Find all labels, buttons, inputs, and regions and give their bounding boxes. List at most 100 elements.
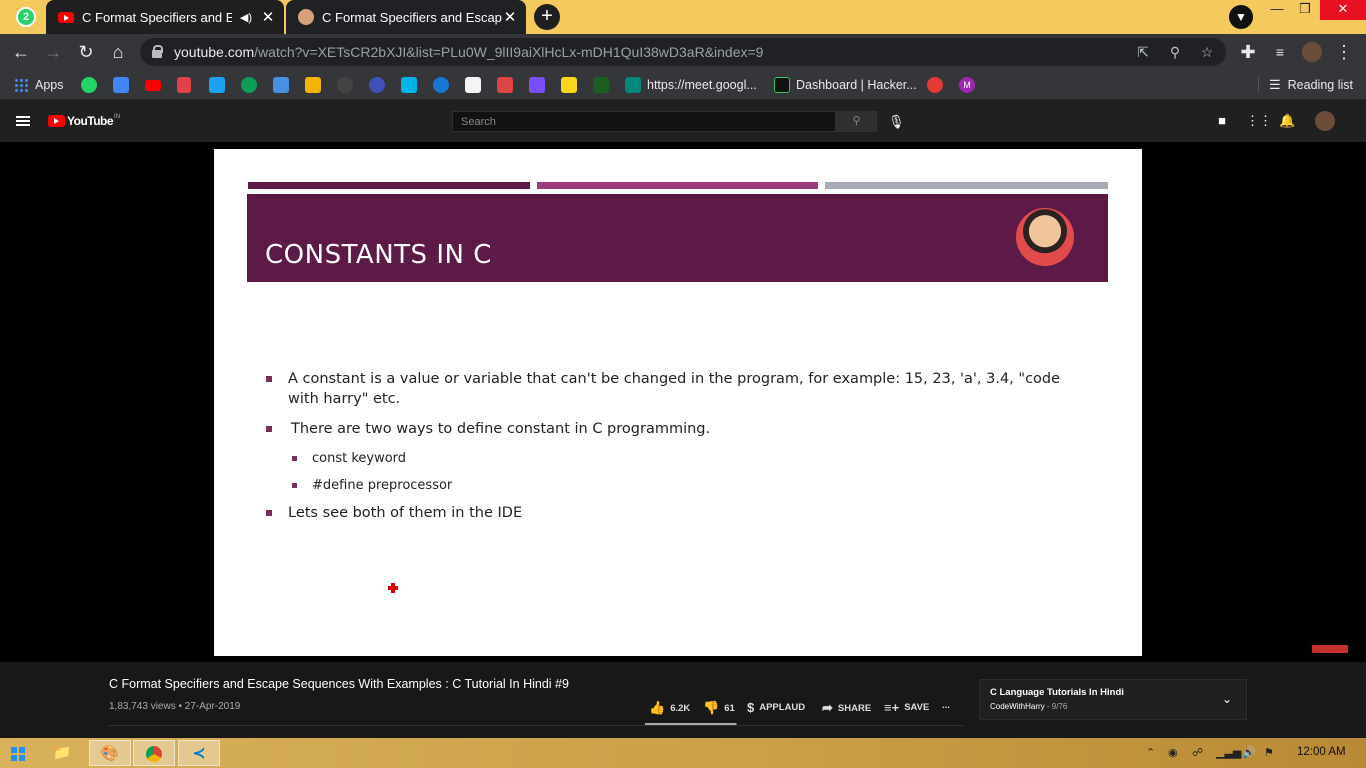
- close-icon[interactable]: ✕: [502, 8, 518, 26]
- apps-grid-icon[interactable]: ⋮⋮: [1246, 113, 1272, 129]
- sub-bullet-item: const keyword: [266, 449, 1066, 469]
- search-button[interactable]: ⚲: [836, 111, 877, 132]
- playlist-channel[interactable]: CodeWithHarry: [990, 702, 1045, 711]
- more-menu-icon[interactable]: ⋮: [1334, 42, 1354, 62]
- playlist-panel[interactable]: C Language Tutorials In Hindi CodeWithHa…: [979, 679, 1247, 720]
- search-input[interactable]: Search: [452, 111, 836, 132]
- tab-title: C Format Specifiers and Escape S: [322, 9, 502, 25]
- tray-app-icon[interactable]: ◉: [1168, 746, 1178, 759]
- minimize-button[interactable]: —: [1262, 0, 1292, 20]
- bookmark-doc[interactable]: [465, 77, 487, 93]
- bookmark-hackerrank[interactable]: Dashboard | Hacker...: [774, 77, 917, 93]
- bookmark-bird[interactable]: [273, 77, 295, 93]
- vscode-icon[interactable]: ≺: [178, 740, 220, 766]
- close-icon[interactable]: ✕: [260, 8, 276, 26]
- wifi-signal-icon[interactable]: ▁▃▅: [1216, 746, 1241, 759]
- bookmark-whatsapp[interactable]: [81, 77, 103, 93]
- chevron-down-icon[interactable]: ▼: [1229, 5, 1253, 29]
- address-bar[interactable]: youtube.com/watch?v=XETsCR2bXJI&list=PLu…: [140, 38, 1226, 66]
- bullet-item: A constant is a value or variable that c…: [266, 369, 1066, 409]
- zoom-icon[interactable]: ⚲: [1166, 43, 1184, 61]
- create-video-icon[interactable]: ■: [1214, 113, 1230, 129]
- share-button[interactable]: ➦ SHARE: [822, 700, 871, 716]
- bookmark-upwork[interactable]: [209, 77, 231, 93]
- bookmark-n[interactable]: [401, 77, 423, 93]
- new-tab-button[interactable]: +: [534, 4, 560, 30]
- whatsapp-extension-badge[interactable]: 2: [16, 7, 36, 27]
- windows-taskbar: 📁 🎨 ≺ ⌃ ◉ ☍ ▁▃▅ 🔊 ⚑ 12:00 AM: [0, 738, 1366, 768]
- bookmark-e[interactable]: [927, 77, 949, 93]
- menu-icon[interactable]: [16, 116, 30, 126]
- taskbar-clock[interactable]: 12:00 AM: [1297, 746, 1346, 758]
- youtube-logo[interactable]: YouTube IN: [48, 114, 120, 128]
- applaud-label: APPLAUD: [759, 702, 806, 713]
- bookmark-cube[interactable]: [497, 77, 519, 93]
- bookmark-bolt[interactable]: [529, 77, 551, 93]
- windows-start-icon[interactable]: [11, 747, 25, 761]
- bookmark-c[interactable]: [369, 77, 391, 93]
- share-label: SHARE: [837, 702, 872, 714]
- restore-button[interactable]: ❐: [1290, 0, 1320, 20]
- window-close-button[interactable]: ✕: [1320, 0, 1366, 20]
- slide-stripe-3: [825, 182, 1108, 189]
- file-explorer-icon[interactable]: 📁: [41, 740, 83, 766]
- save-button[interactable]: ≡+ SAVE: [884, 700, 929, 715]
- chrome-icon[interactable]: [133, 740, 175, 766]
- gear-icon: [433, 77, 449, 93]
- n-icon: [401, 77, 417, 93]
- video-player[interactable]: CONSTANTS IN C A constant is a value or …: [0, 142, 1366, 662]
- subscribe-watermark[interactable]: [1312, 645, 1348, 653]
- chevron-down-icon[interactable]: ⌄: [1222, 692, 1232, 706]
- reading-list[interactable]: ☰ Reading list: [1258, 77, 1353, 93]
- bookmark-m[interactable]: [337, 77, 359, 93]
- bell-icon[interactable]: 🔔: [1279, 113, 1295, 129]
- bookmark-cog[interactable]: [433, 77, 455, 93]
- forward-arrow-icon[interactable]: →: [43, 42, 63, 62]
- paint-app-icon[interactable]: 🎨: [89, 740, 131, 766]
- like-button[interactable]: 👍 6.2K: [649, 700, 690, 716]
- bookmark-youtube[interactable]: [145, 77, 167, 93]
- video-title: C Format Specifiers and Escape Sequences…: [109, 677, 569, 691]
- back-arrow-icon[interactable]: ←: [11, 42, 31, 62]
- open-in-app-icon[interactable]: ⇱: [1134, 43, 1152, 61]
- circle-icon: [241, 77, 257, 93]
- bookmark-udemy[interactable]: [177, 77, 197, 93]
- applaud-button[interactable]: $ APPLAUD: [747, 700, 805, 715]
- speaker-icon[interactable]: ◀): [240, 11, 252, 24]
- home-icon[interactable]: ⌂: [108, 42, 128, 62]
- profile-avatar-icon[interactable]: [1302, 42, 1322, 62]
- reload-icon[interactable]: ↻: [76, 42, 96, 62]
- video-frame-slide: CONSTANTS IN C A constant is a value or …: [214, 149, 1142, 656]
- bookmark-apps[interactable]: Apps: [14, 77, 64, 93]
- lock-icon[interactable]: [152, 45, 163, 58]
- bookmark-m-purple[interactable]: M: [959, 77, 981, 93]
- tab-2-active[interactable]: C Format Specifiers and Escape S ✕: [286, 0, 526, 34]
- media-queue-icon[interactable]: ≡: [1270, 42, 1290, 62]
- bookmark-play[interactable]: [593, 77, 615, 93]
- bookmark-photos[interactable]: [305, 77, 327, 93]
- microphone-icon[interactable]: 🎙: [888, 114, 905, 129]
- more-dots-icon: ...: [942, 700, 950, 711]
- flag-icon[interactable]: ⚑: [1264, 746, 1274, 759]
- volume-icon[interactable]: 🔊: [1242, 746, 1256, 759]
- bookmark-meet[interactable]: https://meet.googl...: [625, 77, 757, 93]
- url-text[interactable]: youtube.com/watch?v=XETsCR2bXJI&list=PLu…: [174, 44, 763, 60]
- bookmark-calendar[interactable]: [113, 77, 135, 93]
- tab-1[interactable]: C Format Specifiers and Esca ◀) ✕: [46, 0, 284, 34]
- extensions-puzzle-icon[interactable]: ✚: [1238, 42, 1258, 62]
- playlist-title[interactable]: C Language Tutorials In Hindi: [990, 687, 1124, 698]
- bookmark-green[interactable]: [241, 77, 263, 93]
- bookmark-di[interactable]: [561, 77, 583, 93]
- chevron-up-icon[interactable]: ⌃: [1146, 746, 1155, 759]
- star-icon[interactable]: ☆: [1198, 43, 1216, 61]
- tab-title: C Format Specifiers and Esca: [82, 9, 232, 25]
- dislike-button[interactable]: 👎 61: [703, 700, 735, 716]
- more-actions-button[interactable]: ...: [942, 700, 950, 711]
- e-icon: [927, 77, 943, 93]
- photos-icon: [305, 77, 321, 93]
- like-count: 6.2K: [670, 702, 691, 714]
- avatar[interactable]: [1315, 111, 1335, 131]
- reading-list-icon: ☰: [1269, 77, 1281, 92]
- tray-network-icon[interactable]: ☍: [1192, 746, 1203, 759]
- browser-tab-strip: 2 C Format Specifiers and Esca ◀) ✕ C Fo…: [0, 0, 1366, 34]
